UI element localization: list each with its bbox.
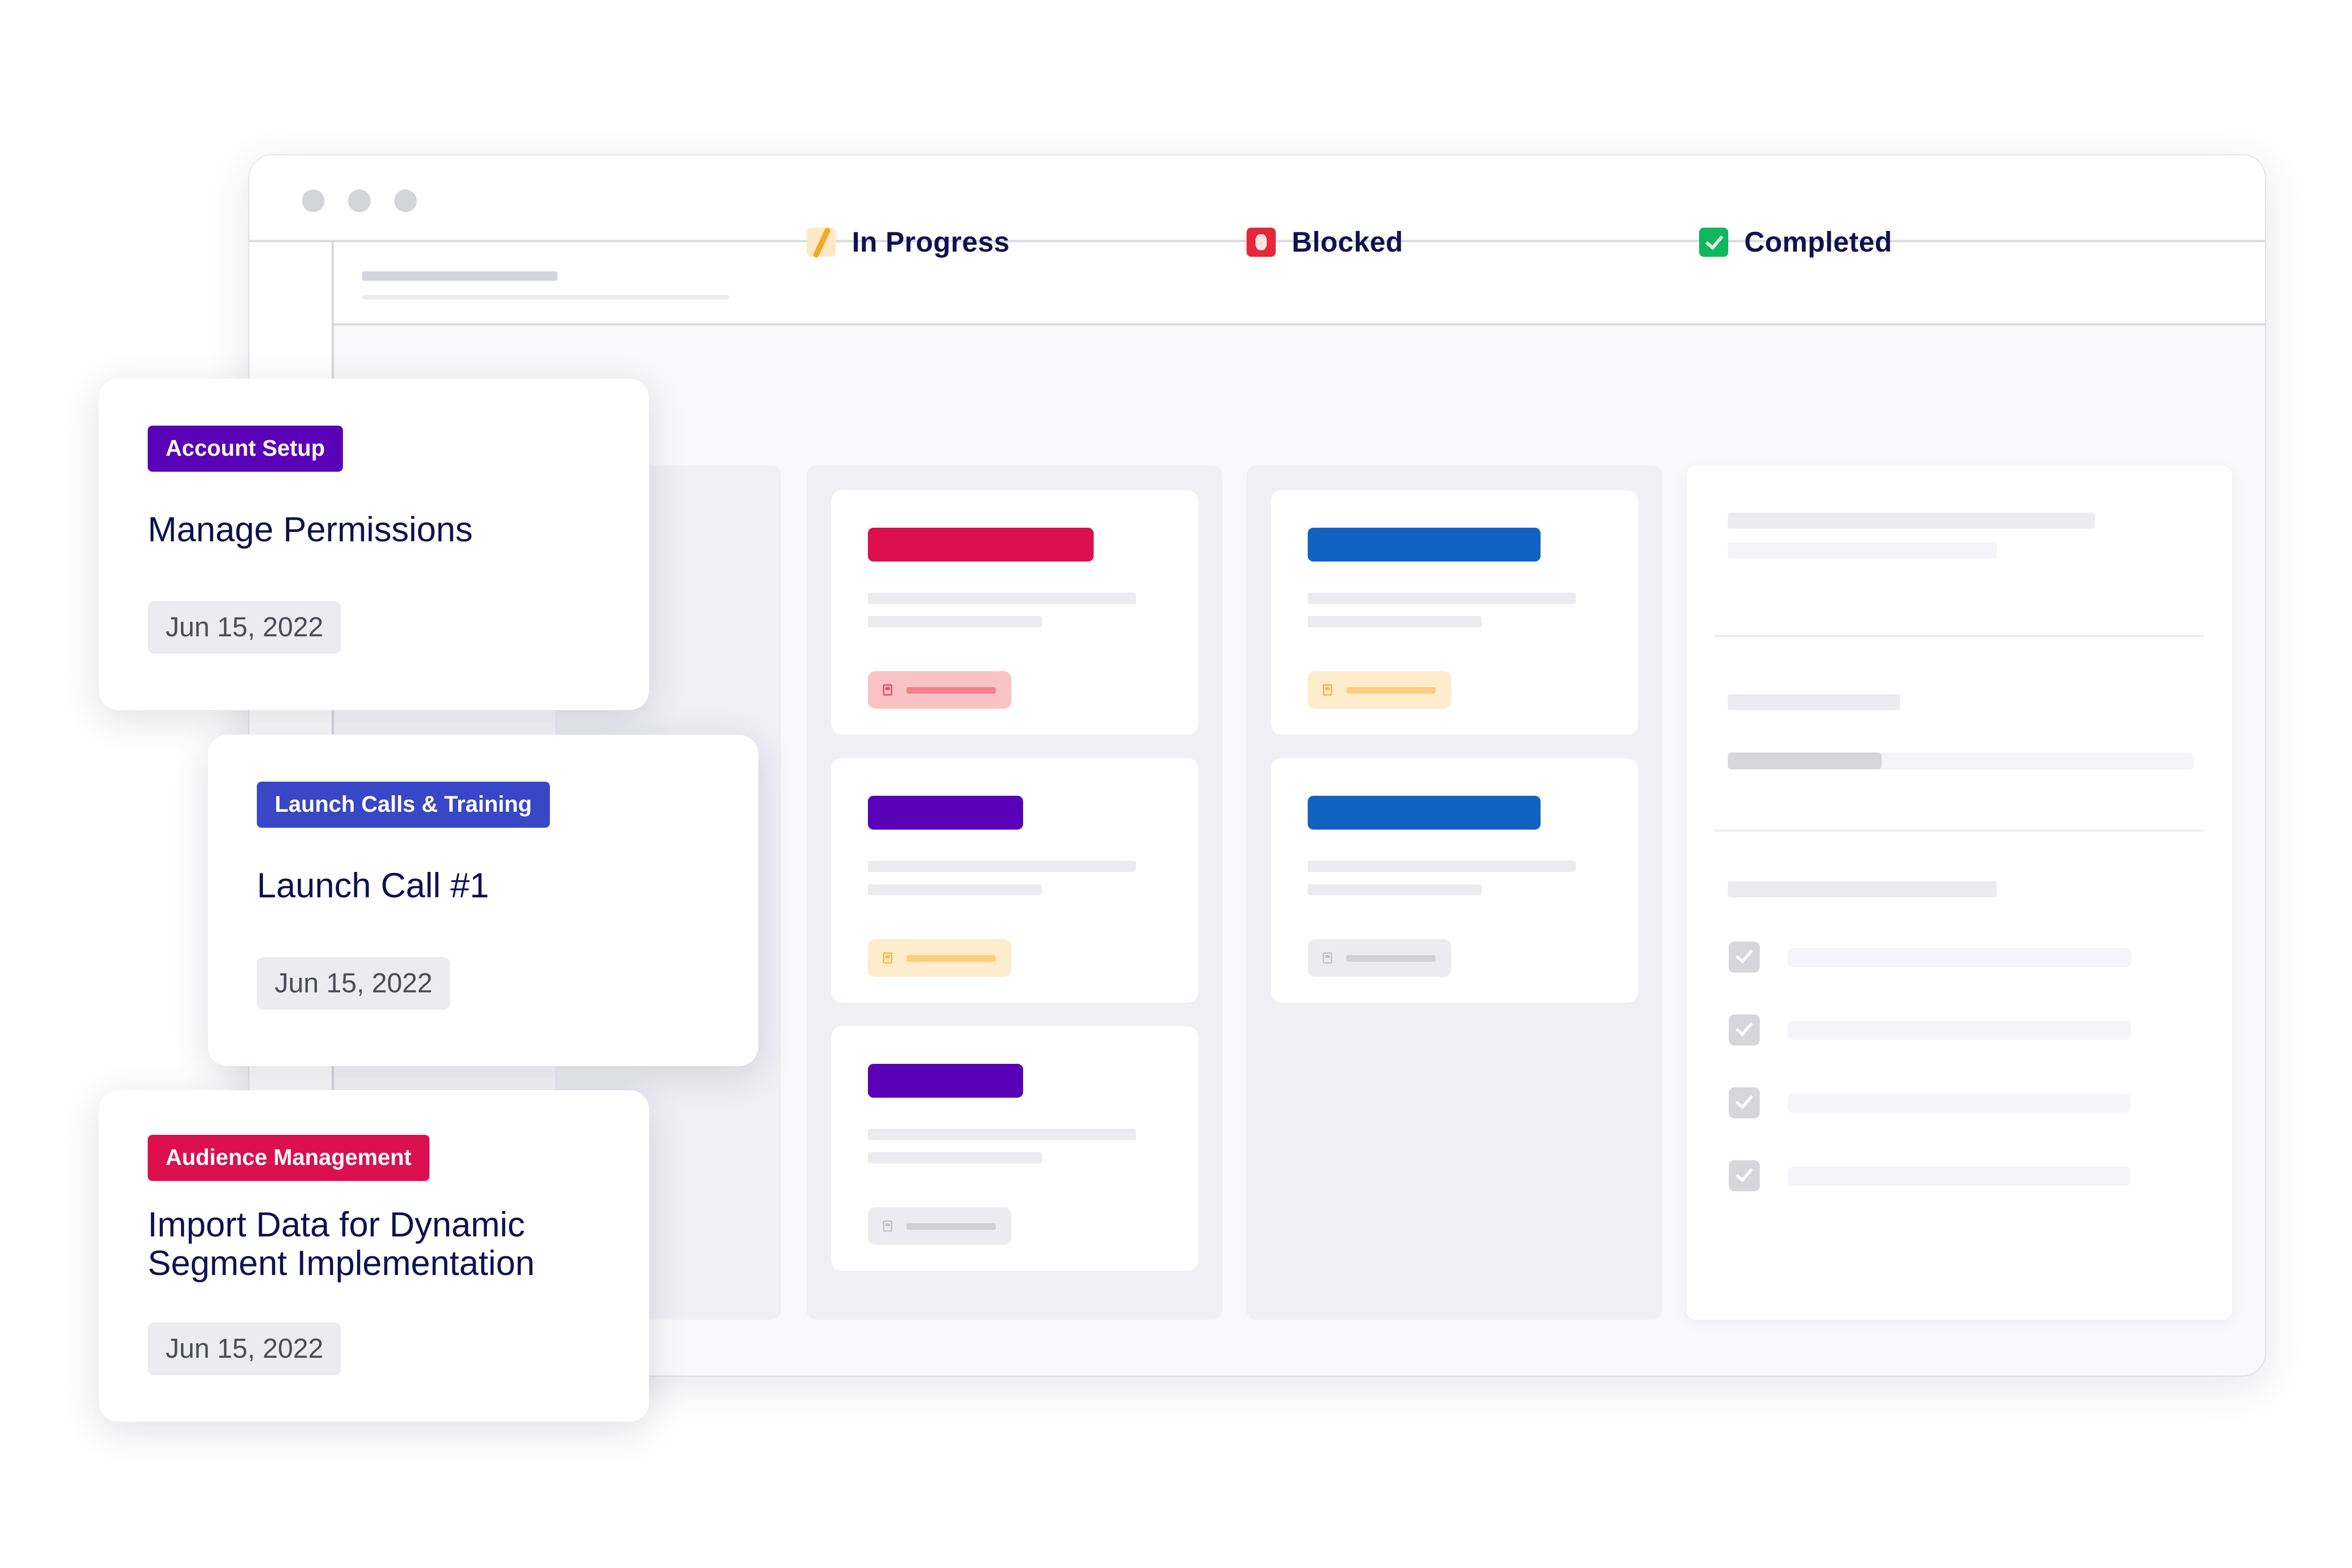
checklist-title-placeholder: [1728, 881, 1997, 897]
task-tag: [868, 1064, 1023, 1098]
checklist-item-placeholder: [1788, 1094, 2131, 1113]
task-text-line: [868, 861, 1136, 872]
task-text-line: [1308, 616, 1482, 627]
completed-detail-panel: [1686, 466, 2232, 1320]
checklist-item-placeholder: [1788, 948, 2131, 967]
window-minimize-dot[interactable]: [348, 190, 371, 212]
due-date-placeholder: [906, 1223, 996, 1230]
calendar-icon: [1323, 684, 1332, 696]
page-title-placeholder: [362, 271, 557, 281]
task-text-line: [1308, 593, 1576, 604]
checkbox-checked-icon: [1699, 227, 1728, 257]
lane-blocked: [1247, 466, 1662, 1320]
column-header-blocked[interactable]: Blocked: [1247, 226, 1403, 258]
category-badge: Account Setup: [148, 426, 343, 472]
window-maximize-dot[interactable]: [394, 190, 417, 212]
due-date-chip: [868, 1207, 1011, 1245]
checkbox-checked-icon[interactable]: [1729, 1014, 1760, 1045]
column-title: Completed: [1744, 226, 1892, 258]
due-date-badge: Jun 15, 2022: [257, 957, 451, 1010]
checklist-item-placeholder: [1788, 1021, 2131, 1040]
task-text-line: [1308, 884, 1482, 895]
due-date-placeholder: [906, 955, 996, 962]
progress-bar: [1728, 752, 2193, 769]
task-tag: [1308, 528, 1541, 562]
calendar-icon: [1323, 952, 1332, 964]
progress-label-placeholder: [1728, 694, 1900, 710]
floating-task-card[interactable]: Audience Management Import Data for Dyna…: [99, 1090, 649, 1422]
checkbox-checked-icon[interactable]: [1729, 1087, 1760, 1118]
progress-bar-fill: [1728, 752, 1882, 769]
category-badge: Audience Management: [148, 1135, 429, 1181]
checkbox-checked-icon[interactable]: [1729, 942, 1760, 973]
task-card[interactable]: [831, 490, 1198, 735]
pencil-icon: [807, 227, 836, 257]
task-text-line: [868, 1152, 1042, 1164]
task-text-line: [868, 616, 1042, 627]
task-title: Manage Permissions: [148, 510, 473, 549]
task-card[interactable]: [831, 758, 1198, 1003]
due-date-placeholder: [1346, 955, 1436, 962]
calendar-icon: [883, 684, 892, 696]
task-tag: [868, 796, 1023, 830]
due-date-badge: Jun 15, 2022: [148, 601, 342, 654]
task-title: Import Data for Dynamic Segment Implemen…: [148, 1205, 535, 1283]
due-date-chip: [1308, 671, 1451, 709]
column-header-in-progress[interactable]: In Progress: [807, 226, 1010, 258]
blocked-stop-icon: [1247, 227, 1276, 257]
floating-task-card[interactable]: Launch Calls & Training Launch Call #1 J…: [208, 735, 758, 1066]
detail-subtitle-placeholder: [1728, 543, 1997, 559]
checklist-item-placeholder: [1788, 1167, 2131, 1186]
column-title: In Progress: [852, 226, 1010, 258]
column-header-completed[interactable]: Completed: [1699, 226, 1892, 258]
task-tag: [868, 528, 1094, 562]
due-date-placeholder: [906, 687, 996, 694]
task-card[interactable]: [1271, 758, 1638, 1003]
due-date-chip: [868, 939, 1011, 977]
task-card[interactable]: [1271, 490, 1638, 735]
due-date-chip: [1308, 939, 1451, 977]
divider: [1715, 830, 2204, 832]
category-badge: Launch Calls & Training: [257, 782, 550, 828]
task-text-line: [868, 593, 1136, 604]
window-close-dot[interactable]: [302, 190, 325, 212]
checkbox-checked-icon[interactable]: [1729, 1160, 1760, 1191]
floating-task-card[interactable]: Account Setup Manage Permissions Jun 15,…: [99, 379, 649, 710]
divider: [1715, 635, 2204, 637]
task-text-line: [1308, 861, 1576, 872]
task-tag: [1308, 796, 1541, 830]
due-date-placeholder: [1346, 687, 1436, 694]
calendar-icon: [883, 952, 892, 964]
due-date-chip: [868, 671, 1011, 709]
page-subtitle-placeholder: [362, 295, 729, 300]
lane-in-progress: [807, 466, 1223, 1320]
task-text-line: [868, 884, 1042, 895]
task-text-line: [868, 1129, 1136, 1140]
column-title: Blocked: [1292, 226, 1403, 258]
detail-title-placeholder: [1728, 513, 2095, 529]
task-card[interactable]: [831, 1026, 1198, 1271]
due-date-badge: Jun 15, 2022: [148, 1323, 342, 1375]
task-title: Launch Call #1: [257, 866, 489, 905]
calendar-icon: [883, 1220, 892, 1232]
